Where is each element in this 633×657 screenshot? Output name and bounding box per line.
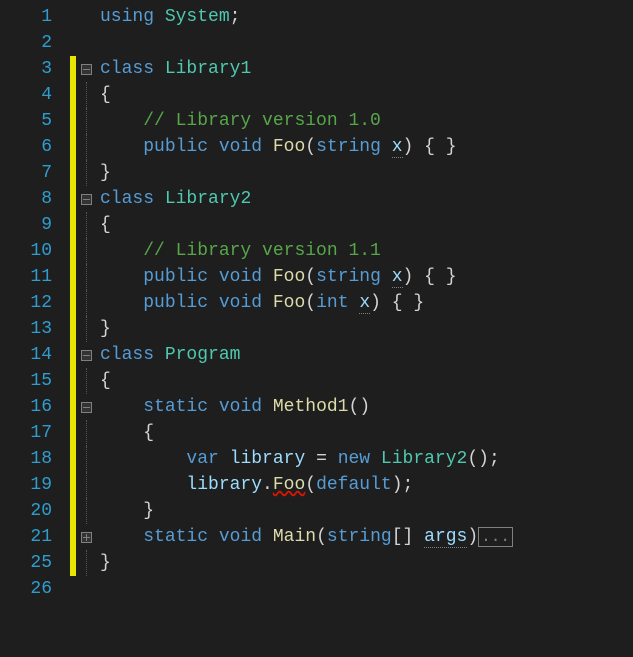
fold-guide bbox=[86, 212, 87, 238]
code-line[interactable]: } bbox=[100, 160, 633, 186]
fold-guide bbox=[86, 316, 87, 342]
keyword: public bbox=[143, 137, 208, 157]
method-name: Foo bbox=[273, 137, 305, 157]
fold-toggle-icon[interactable] bbox=[81, 402, 92, 413]
line-number[interactable]: 10 bbox=[0, 238, 52, 264]
fold-toggle-icon[interactable] bbox=[81, 532, 92, 543]
line-number[interactable]: 1 bbox=[0, 4, 52, 30]
parameter: args bbox=[424, 527, 467, 548]
code-area[interactable]: using System; class Library1 { // Librar… bbox=[96, 0, 633, 657]
keyword: using bbox=[100, 7, 154, 27]
line-number[interactable]: 2 bbox=[0, 30, 52, 56]
code-line[interactable]: // Library version 1.1 bbox=[100, 238, 633, 264]
code-line[interactable]: static void Method1() bbox=[100, 394, 633, 420]
line-number[interactable]: 12 bbox=[0, 290, 52, 316]
line-number[interactable]: 17 bbox=[0, 420, 52, 446]
keyword: void bbox=[219, 137, 262, 157]
line-number[interactable]: 21 bbox=[0, 524, 52, 550]
line-number[interactable]: 25 bbox=[0, 550, 52, 576]
comment: // Library version 1.0 bbox=[143, 111, 381, 131]
line-number[interactable]: 4 bbox=[0, 82, 52, 108]
code-editor: 1 2 3 4 5 6 7 8 9 10 11 12 13 14 15 16 1… bbox=[0, 0, 633, 657]
line-number[interactable]: 13 bbox=[0, 316, 52, 342]
code-line[interactable]: { bbox=[100, 212, 633, 238]
code-line[interactable]: { bbox=[100, 368, 633, 394]
code-line[interactable]: { bbox=[100, 420, 633, 446]
code-line[interactable]: var library = new Library2(); bbox=[100, 446, 633, 472]
code-line[interactable]: } bbox=[100, 498, 633, 524]
error-squiggle: Foo bbox=[273, 475, 305, 495]
type-name: Library2 bbox=[165, 189, 251, 209]
code-line[interactable]: public void Foo(string x) { } bbox=[100, 264, 633, 290]
type-name: System bbox=[165, 7, 230, 27]
code-line[interactable]: public void Foo(int x) { } bbox=[100, 290, 633, 316]
keyword: class bbox=[100, 59, 154, 79]
line-number[interactable]: 8 bbox=[0, 186, 52, 212]
line-number[interactable]: 18 bbox=[0, 446, 52, 472]
fold-guide bbox=[86, 290, 87, 316]
type-name: Program bbox=[165, 345, 241, 365]
line-number[interactable]: 16 bbox=[0, 394, 52, 420]
punctuation: } bbox=[100, 163, 111, 183]
folding-column bbox=[76, 0, 96, 657]
line-number[interactable]: 3 bbox=[0, 56, 52, 82]
fold-guide bbox=[86, 420, 87, 446]
code-line[interactable] bbox=[100, 576, 633, 602]
punctuation: { bbox=[100, 85, 111, 105]
line-number[interactable]: 26 bbox=[0, 576, 52, 602]
code-line[interactable]: } bbox=[100, 316, 633, 342]
line-number-gutter: 1 2 3 4 5 6 7 8 9 10 11 12 13 14 15 16 1… bbox=[0, 0, 70, 657]
collapsed-region-icon[interactable]: ... bbox=[478, 527, 513, 547]
fold-guide bbox=[86, 264, 87, 290]
keyword: string bbox=[316, 137, 381, 157]
fold-guide bbox=[86, 446, 87, 472]
fold-guide bbox=[86, 368, 87, 394]
line-number[interactable]: 9 bbox=[0, 212, 52, 238]
code-line[interactable]: static void Main(string[] args)... bbox=[100, 524, 633, 550]
code-line[interactable]: using System; bbox=[100, 4, 633, 30]
comment: // Library version 1.1 bbox=[143, 241, 381, 261]
code-line[interactable]: class Program bbox=[100, 342, 633, 368]
fold-toggle-icon[interactable] bbox=[81, 350, 92, 361]
type-name: Library1 bbox=[165, 59, 251, 79]
code-line[interactable]: class Library2 bbox=[100, 186, 633, 212]
line-number[interactable]: 20 bbox=[0, 498, 52, 524]
line-number[interactable]: 6 bbox=[0, 134, 52, 160]
fold-guide bbox=[86, 238, 87, 264]
code-line[interactable]: class Library1 bbox=[100, 56, 633, 82]
code-line[interactable]: public void Foo(string x) { } bbox=[100, 134, 633, 160]
code-line[interactable]: // Library version 1.0 bbox=[100, 108, 633, 134]
fold-guide bbox=[86, 472, 87, 498]
line-number[interactable]: 7 bbox=[0, 160, 52, 186]
method-name: Main bbox=[273, 527, 316, 547]
punctuation: { bbox=[100, 215, 111, 235]
fold-guide bbox=[86, 108, 87, 134]
variable: library bbox=[230, 449, 306, 469]
fold-guide bbox=[86, 498, 87, 524]
code-line[interactable] bbox=[100, 30, 633, 56]
fold-guide bbox=[86, 160, 87, 186]
fold-guide bbox=[86, 134, 87, 160]
line-number[interactable]: 19 bbox=[0, 472, 52, 498]
line-number[interactable]: 11 bbox=[0, 264, 52, 290]
code-line[interactable]: { bbox=[100, 82, 633, 108]
parameter: x bbox=[392, 137, 403, 158]
punctuation: ; bbox=[230, 7, 241, 27]
fold-toggle-icon[interactable] bbox=[81, 64, 92, 75]
keyword: class bbox=[100, 189, 154, 209]
punctuation: { } bbox=[424, 137, 456, 157]
line-number[interactable]: 14 bbox=[0, 342, 52, 368]
fold-guide bbox=[86, 82, 87, 108]
code-line[interactable]: } bbox=[100, 550, 633, 576]
line-number[interactable]: 5 bbox=[0, 108, 52, 134]
fold-toggle-icon[interactable] bbox=[81, 194, 92, 205]
code-line[interactable]: library.Foo(default); bbox=[100, 472, 633, 498]
method-name: Method1 bbox=[273, 397, 349, 417]
fold-guide bbox=[86, 550, 87, 576]
line-number[interactable]: 15 bbox=[0, 368, 52, 394]
